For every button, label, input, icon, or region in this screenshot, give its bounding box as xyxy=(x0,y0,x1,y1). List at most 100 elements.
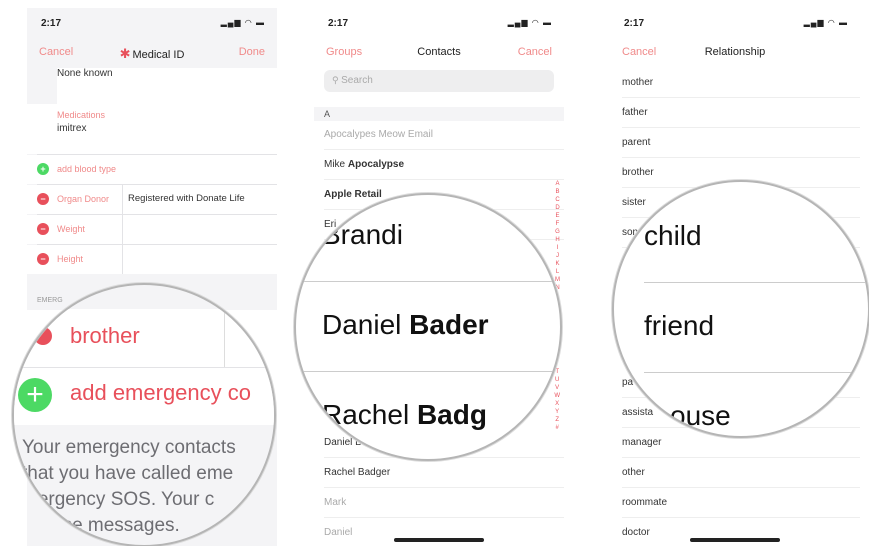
magnifier-relationship: child friend ouse xyxy=(612,180,869,438)
divider xyxy=(296,371,560,372)
relationship-label: mother xyxy=(622,77,654,88)
relationship-item[interactable]: roommate xyxy=(610,488,860,518)
search-input[interactable]: ⚲ Search xyxy=(324,70,554,92)
relationship-label: father xyxy=(622,107,648,118)
relationship-item[interactable]: parent xyxy=(610,128,860,158)
relationship-label: doctor xyxy=(622,527,650,538)
relationship-item[interactable]: father xyxy=(610,98,860,128)
contact-name: Daniel xyxy=(324,527,352,538)
first-name: Rachel Badger xyxy=(324,467,391,478)
relationship-label: brother xyxy=(70,323,140,348)
home-indicator xyxy=(394,538,484,542)
status-time: 2:17 xyxy=(624,18,645,29)
medical-star-icon: ✱ xyxy=(119,46,131,61)
allergies-value: None known xyxy=(57,68,113,79)
add-icon[interactable]: + xyxy=(18,378,52,412)
medications-label: Medications xyxy=(57,110,106,120)
divider xyxy=(122,185,123,214)
footer-line: that you have called eme xyxy=(22,463,234,484)
divider xyxy=(644,372,868,373)
divider xyxy=(224,309,225,367)
first-name: Daniel xyxy=(322,309,410,340)
first-name: Daniel xyxy=(324,527,353,538)
status-bar: 2:17 ▂▄▆ ◠ ▬ xyxy=(610,8,860,38)
status-time: 2:17 xyxy=(328,18,349,29)
signal-wifi-battery-icon: ▂▄▆ ◠ ▬ xyxy=(507,18,552,27)
contact-name: Rachel Badger xyxy=(324,467,390,478)
tutorial-composite: 2:17 ▂▄▆ ◠ ▬ Cancel ✱ Medical ID Done Non… xyxy=(0,0,869,546)
remove-icon[interactable] xyxy=(34,327,52,345)
contact-name: Apocalypes Meow Email xyxy=(324,129,433,140)
contact-row[interactable]: Apocalypes Meow Email xyxy=(314,120,564,150)
height-label: Height xyxy=(57,254,84,264)
remove-icon[interactable]: − xyxy=(37,253,49,265)
relationship-friend[interactable]: friend xyxy=(644,310,714,342)
divider xyxy=(644,282,868,283)
page-title: Relationship xyxy=(704,46,766,58)
divider xyxy=(296,281,560,282)
relationship-label: roommate xyxy=(622,497,668,508)
contact-row-brandi[interactable]: Brandi xyxy=(322,219,403,251)
footer-line: Your emergency contacts xyxy=(22,437,236,458)
remove-icon[interactable]: − xyxy=(37,223,49,235)
contact-row[interactable]: Mike Apocalypse xyxy=(314,150,564,180)
relationship-spouse[interactable]: ouse xyxy=(670,400,731,432)
add-icon: + xyxy=(37,163,49,175)
relationship-label: parent xyxy=(622,137,651,148)
contact-row[interactable]: Mark xyxy=(314,488,564,518)
first-name: Rachel xyxy=(322,399,417,430)
organ-donor-value: Registered with Donate Life xyxy=(128,193,245,204)
last-name: Bader xyxy=(409,309,489,340)
page-title-text: Medical ID xyxy=(132,49,185,61)
divider xyxy=(122,215,123,244)
section-header-a: A xyxy=(314,107,564,121)
add-blood-type-row[interactable]: + add blood type xyxy=(27,155,277,184)
emergency-contact-row[interactable]: brother xyxy=(14,309,274,367)
home-indicator xyxy=(690,538,780,542)
status-time: 2:17 xyxy=(41,18,62,29)
remove-icon[interactable]: − xyxy=(37,193,49,205)
done-button[interactable]: Done xyxy=(239,46,265,58)
medications-value: imitrex xyxy=(57,123,87,134)
relationship-label: other xyxy=(622,467,645,478)
last-name: Apocalypse xyxy=(347,159,405,170)
nav-bar: Groups Contacts Cancel xyxy=(314,40,564,66)
signal-wifi-battery-icon: ▂▄▆ ◠ ▬ xyxy=(803,18,848,27)
add-emergency-contact-label: add emergency co xyxy=(70,380,251,405)
contact-row-rachel-badger[interactable]: Rachel Badg xyxy=(322,399,487,431)
add-blood-type-label: add blood type xyxy=(57,164,117,174)
add-emergency-contact-row[interactable]: + add emergency co xyxy=(14,367,274,425)
relationship-child[interactable]: child xyxy=(644,220,702,252)
weight-label: Weight xyxy=(57,224,85,234)
relationship-item[interactable]: mother xyxy=(610,68,860,98)
signal-wifi-battery-icon: ▂▄▆ ◠ ▬ xyxy=(220,18,265,27)
contact-name: Mike Apocalypse xyxy=(324,159,404,170)
medications-row[interactable]: Medications imitrex xyxy=(27,104,277,154)
emergency-footer-text: Your emergency contacts that you have cal… xyxy=(22,435,236,539)
contact-row[interactable]: Rachel Badger xyxy=(314,458,564,488)
relationship-label: manager xyxy=(622,437,662,448)
last-name: Badg xyxy=(416,399,487,430)
magnifier-contacts: Brandi Daniel Bader Rachel Badg xyxy=(294,193,562,461)
allergies-row[interactable]: None known xyxy=(57,68,277,104)
first-name: Apocalypes Meow Email xyxy=(324,129,433,140)
contact-row-daniel-bader[interactable]: Daniel Bader xyxy=(322,309,489,341)
nav-bar: Cancel ✱ Medical ID Done xyxy=(27,40,277,66)
contact-name: Mark xyxy=(324,497,346,508)
divider xyxy=(122,245,123,274)
footer-line: ese messages. xyxy=(52,515,180,536)
first-name: Mike xyxy=(324,159,348,170)
relationship-label: brother xyxy=(622,167,654,178)
weight-row[interactable]: − Weight xyxy=(27,215,277,244)
index-letter[interactable]: A xyxy=(555,180,560,188)
status-bar: 2:17 ▂▄▆ ◠ ▬ xyxy=(27,8,277,38)
cancel-button[interactable]: Cancel xyxy=(518,46,552,58)
status-bar: 2:17 ▂▄▆ ◠ ▬ xyxy=(314,8,564,38)
magnifier-medical-id: brother + add emergency co Your emergenc… xyxy=(12,283,276,546)
organ-donor-row[interactable]: − Organ Donor Registered with Donate Lif… xyxy=(27,185,277,214)
organ-donor-label: Organ Donor xyxy=(57,194,110,204)
search-placeholder: Search xyxy=(341,75,373,86)
footer-line: mergency SOS. Your c xyxy=(22,489,215,510)
relationship-item[interactable]: other xyxy=(610,458,860,488)
height-row[interactable]: − Height xyxy=(27,245,277,274)
